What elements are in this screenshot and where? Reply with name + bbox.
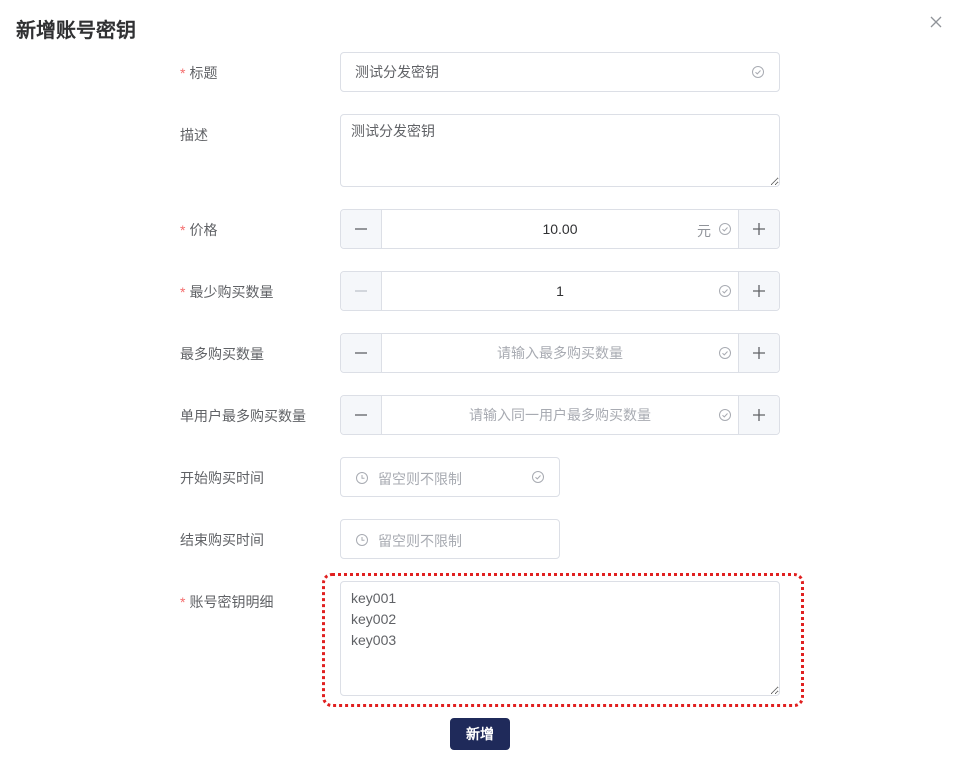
clock-icon [356, 534, 368, 546]
circle-check-icon [719, 347, 731, 359]
required-star: * [180, 65, 186, 81]
min-quantity-label: * 最少购买数量 [180, 282, 273, 302]
circle-check-icon [719, 409, 731, 421]
title-label-text: 标题 [189, 65, 218, 81]
end-time-label-text: 结束购买时间 [180, 532, 264, 548]
required-star: * [180, 594, 186, 610]
title-input[interactable]: 测试分发密钥 [340, 52, 780, 92]
price-decrease-button[interactable] [341, 210, 382, 248]
end-time-picker[interactable]: 留空则不限制 [340, 519, 560, 559]
title-input-value: 测试分发密钥 [355, 64, 439, 80]
min-quantity-decrease-button[interactable] [341, 272, 382, 310]
end-time-placeholder: 留空则不限制 [378, 533, 462, 549]
dialog-title: 新增账号密钥 [16, 20, 136, 42]
end-time-label: 结束购买时间 [180, 530, 264, 550]
per-user-max-label-text: 单用户最多购买数量 [180, 408, 306, 424]
per-user-max-decrease-button[interactable] [341, 396, 382, 434]
max-quantity-label: 最多购买数量 [180, 344, 264, 364]
circle-check-icon [719, 223, 731, 235]
price-label: * 价格 [180, 220, 217, 240]
keys-detail-textarea[interactable] [340, 581, 780, 696]
close-icon[interactable] [928, 14, 944, 30]
max-quantity-stepper[interactable]: 请输入最多购买数量 [340, 333, 780, 373]
max-quantity-increase-button[interactable] [738, 334, 779, 372]
min-quantity-input[interactable]: 1 [382, 272, 738, 310]
circle-check-icon [532, 471, 544, 483]
per-user-max-stepper[interactable]: 请输入同一用户最多购买数量 [340, 395, 780, 435]
min-quantity-label-text: 最少购买数量 [189, 284, 274, 300]
minus-icon [355, 352, 367, 354]
price-increase-button[interactable] [738, 210, 779, 248]
minus-icon [355, 414, 367, 416]
per-user-max-input[interactable]: 请输入同一用户最多购买数量 [382, 396, 738, 434]
max-quantity-input[interactable]: 请输入最多购买数量 [382, 334, 738, 372]
plus-icon [753, 223, 765, 235]
price-unit: 元 [697, 223, 711, 239]
price-label-text: 价格 [189, 222, 218, 238]
submit-button[interactable]: 新增 [450, 718, 510, 750]
min-quantity-stepper[interactable]: 1 [340, 271, 780, 311]
keys-detail-label-text: 账号密钥明细 [189, 594, 274, 610]
minus-icon [355, 290, 367, 292]
price-input[interactable]: 10.00 [382, 210, 738, 248]
description-label: 描述 [180, 125, 208, 145]
min-quantity-increase-button[interactable] [738, 272, 779, 310]
per-user-max-label: 单用户最多购买数量 [180, 406, 306, 426]
circle-check-icon [719, 285, 731, 297]
max-quantity-label-text: 最多购买数量 [180, 346, 264, 362]
start-time-label: 开始购买时间 [180, 468, 264, 488]
title-label: * 标题 [180, 63, 217, 83]
start-time-picker[interactable]: 留空则不限制 [340, 457, 560, 497]
description-label-text: 描述 [180, 127, 208, 143]
max-quantity-decrease-button[interactable] [341, 334, 382, 372]
plus-icon [753, 409, 765, 421]
minus-icon [355, 228, 367, 230]
start-time-placeholder: 留空则不限制 [378, 471, 462, 487]
plus-icon [753, 347, 765, 359]
description-textarea[interactable] [340, 114, 780, 187]
plus-icon [753, 285, 765, 297]
required-star: * [180, 222, 186, 238]
keys-detail-label: * 账号密钥明细 [180, 592, 273, 612]
per-user-max-increase-button[interactable] [738, 396, 779, 434]
price-stepper[interactable]: 10.00 元 [340, 209, 780, 249]
start-time-label-text: 开始购买时间 [180, 470, 264, 486]
required-star: * [180, 284, 186, 300]
circle-check-icon [752, 66, 764, 78]
clock-icon [356, 472, 368, 484]
